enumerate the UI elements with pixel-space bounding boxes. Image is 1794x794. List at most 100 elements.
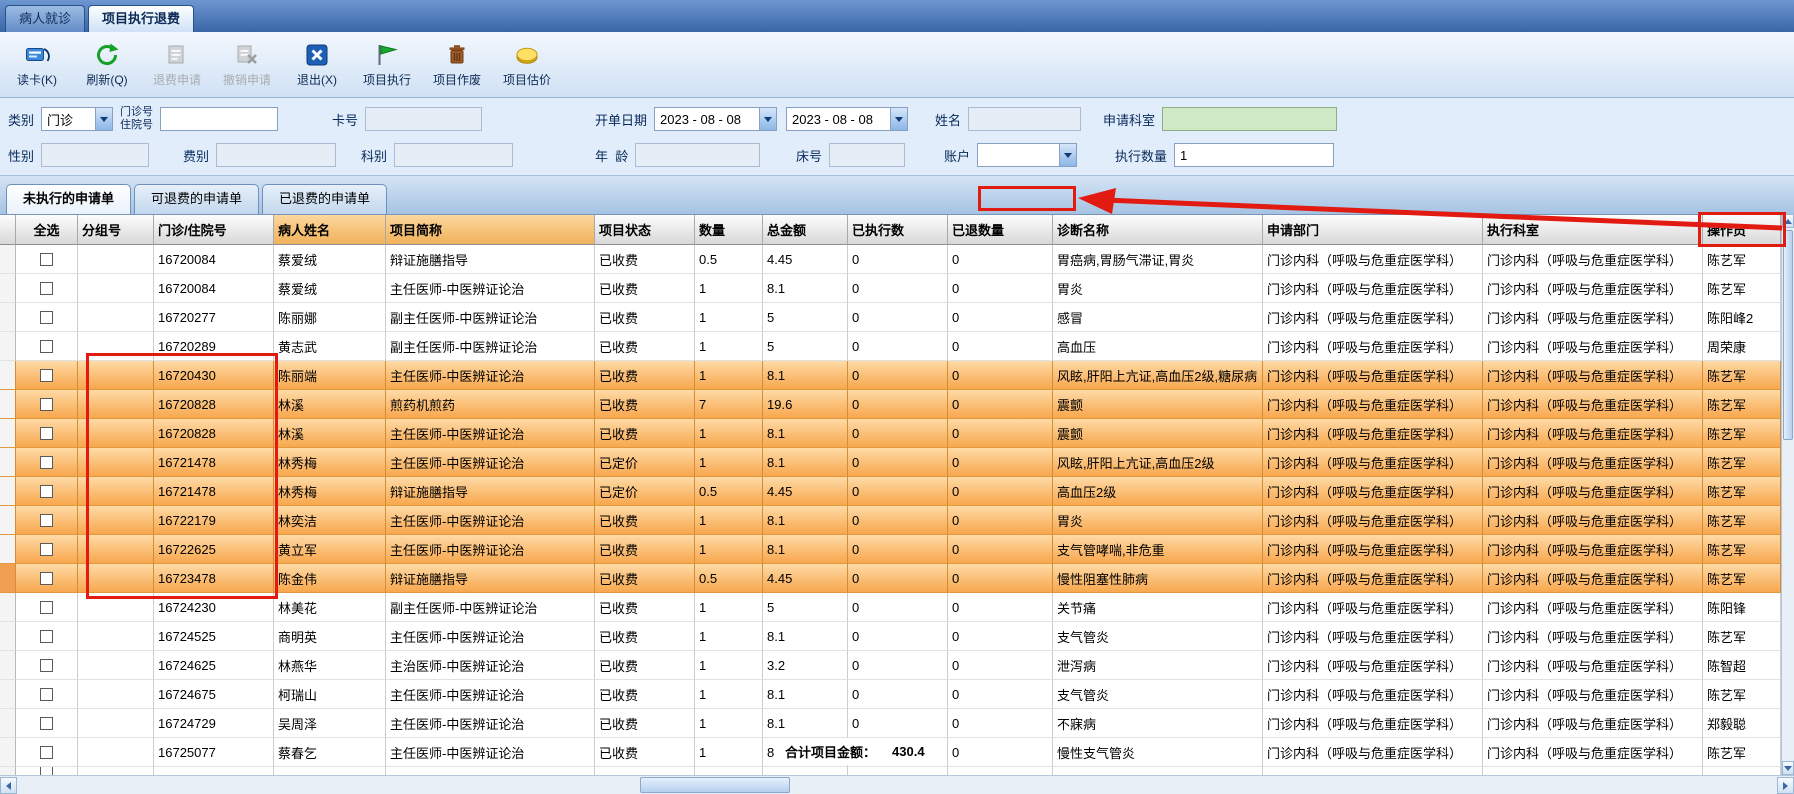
- row-select-checkbox[interactable]: [16, 332, 78, 361]
- cell-amount: 8.1: [763, 448, 848, 477]
- header-exec_dept[interactable]: 执行科室: [1483, 215, 1703, 245]
- header-status[interactable]: 项目状态: [595, 215, 695, 245]
- cell-executed: 0: [848, 274, 948, 303]
- tab-refundable-requests[interactable]: 可退费的申请单: [134, 184, 260, 214]
- row-select-checkbox[interactable]: [16, 390, 78, 419]
- tab-refunded-requests[interactable]: 已退费的申请单: [262, 184, 388, 214]
- header-name[interactable]: 病人姓名: [274, 215, 386, 245]
- cell-dept: 门诊内科（呼吸与危重症医学科）: [1263, 651, 1483, 680]
- tab-item-exec-refund[interactable]: 项目执行退费: [88, 5, 195, 32]
- header-diagnosis[interactable]: 诊断名称: [1053, 215, 1263, 245]
- cell-id: 16724230: [154, 593, 274, 622]
- header-operator[interactable]: 操作员: [1703, 215, 1781, 245]
- cell-operator: 陈艺军: [1703, 448, 1781, 477]
- row-select-checkbox[interactable]: [16, 419, 78, 448]
- scroll-up-button[interactable]: [1782, 214, 1794, 228]
- row-select-checkbox[interactable]: [16, 564, 78, 593]
- table-row[interactable]: 16724525 商明英 主任医师-中医辨证论治 已收费 1 8.1 0 0 支气管炎 门诊内科（…: [0, 622, 1781, 651]
- row-select-checkbox[interactable]: [16, 506, 78, 535]
- void-button[interactable]: 项目作废: [426, 36, 488, 94]
- header-executed[interactable]: 已执行数: [848, 215, 948, 245]
- account-select[interactable]: [977, 143, 1078, 167]
- table-row[interactable]: 16720828 林溪 主任医师-中医辨证论治 已收费 1 8.1 0 0 震颤 门诊内科（呼吸与…: [0, 419, 1781, 448]
- row-select-checkbox[interactable]: [16, 593, 78, 622]
- order-date-to-select[interactable]: 2023 - 08 - 08: [786, 107, 909, 131]
- table-row[interactable]: 16724675 柯瑞山 主任医师-中医辨证论治 已收费 1 8.1 0 0 支气管炎 门诊内科（…: [0, 680, 1781, 709]
- table-row[interactable]: 16721478 林秀梅 辩证施膳指导 已定价 0.5 4.45 0 0 高血压2级 门诊内科（呼…: [0, 477, 1781, 506]
- cell-item: 主任医师-中医辨证论治: [386, 738, 595, 767]
- header-qty[interactable]: 数量: [695, 215, 763, 245]
- row-select-checkbox[interactable]: [16, 680, 78, 709]
- scroll-left-button[interactable]: [0, 777, 17, 794]
- table-row[interactable]: 16723478 陈金伟 辩证施膳指导 已收费 0.5 4.45 0 0 慢性阻塞性肺病 门诊内科…: [0, 564, 1781, 593]
- row-select-checkbox[interactable]: [16, 622, 78, 651]
- header-id[interactable]: 门诊/住院号: [154, 215, 274, 245]
- scroll-right-button[interactable]: [1777, 777, 1794, 794]
- table-row[interactable]: 16722625 黄立军 主任医师-中医辨证论治 已收费 1 8.1 0 0 支气管哮喘,非危重…: [0, 535, 1781, 564]
- header-item[interactable]: 项目简称: [386, 215, 595, 245]
- table-row[interactable]: 16724230 林美花 副主任医师-中医辨证论治 已收费 1 5 0 0 关节痛 门诊内科（呼吸…: [0, 593, 1781, 622]
- vertical-scroll-thumb[interactable]: [1783, 230, 1793, 440]
- scroll-down-button[interactable]: [1782, 761, 1794, 775]
- table-row[interactable]: 16720084 蔡爱绒 主任医师-中医辨证论治 已收费 1 8.1 0 0 胃炎 门诊内科（呼吸…: [0, 274, 1781, 303]
- cell-status: 已收费: [595, 332, 695, 361]
- exit-button[interactable]: 退出(X): [286, 36, 348, 94]
- header-amount[interactable]: 总金额: [763, 215, 848, 245]
- horizontal-scrollbar[interactable]: [0, 775, 1794, 794]
- cell-group: [78, 303, 154, 332]
- table-row[interactable]: 16720289 黄志武 副主任医师-中医辨证论治 已收费 1 5 0 0 高血压 门诊内科（呼吸…: [0, 332, 1781, 361]
- cell-refunded: 0: [948, 651, 1053, 680]
- cell-name: 蔡爱绒: [274, 274, 386, 303]
- cell-qty: 1: [695, 622, 763, 651]
- row-select-checkbox[interactable]: [16, 448, 78, 477]
- cell-amount: 8.1: [763, 361, 848, 390]
- tab-patient-visit[interactable]: 病人就诊: [5, 5, 86, 32]
- table-row[interactable]: 16722179 林奕洁 主任医师-中医辨证论治 已收费 1 8.1 0 0 胃炎 门诊内科（呼吸…: [0, 506, 1781, 535]
- read-card-button[interactable]: 读卡(K): [6, 36, 68, 94]
- category-dropdown-button[interactable]: [95, 108, 113, 130]
- order-date-from-value: 2023 - 08 - 08: [660, 111, 741, 127]
- order-date-from-dropdown-button[interactable]: [759, 108, 777, 130]
- table-row[interactable]: 16724625 林燕华 主治医师-中医辨证论治 已收费 1 3.2 0 0 泄泻病 门诊内科（呼…: [0, 651, 1781, 680]
- table-row[interactable]: 16720430 陈丽端 主任医师-中医辨证论治 已收费 1 8.1 0 0 风眩,肝阳上亢证,…: [0, 361, 1781, 390]
- cell-amount: 19.6: [763, 390, 848, 419]
- horizontal-scroll-thumb[interactable]: [640, 777, 790, 793]
- table-row[interactable]: 16721478 林秀梅 主任医师-中医辨证论治 已定价 1 8.1 0 0 风眩,肝阳上亢证,…: [0, 448, 1781, 477]
- table-row[interactable]: 16720277 陈丽娜 副主任医师-中医辨证论治 已收费 1 5 0 0 感冒 门诊内科（呼吸与…: [0, 303, 1781, 332]
- cell-diagnosis: 支气管炎: [1053, 680, 1263, 709]
- visit-no-input[interactable]: [160, 107, 278, 131]
- execute-button[interactable]: 项目执行: [356, 36, 418, 94]
- estimate-button[interactable]: 项目估价: [496, 36, 558, 94]
- tab-unexecuted-requests[interactable]: 未执行的申请单: [6, 184, 132, 214]
- cell-name: 陈金伟: [274, 564, 386, 593]
- exec-count-input[interactable]: 1: [1174, 143, 1335, 167]
- category-select[interactable]: 门诊: [41, 107, 114, 131]
- cell-executed: 0: [848, 535, 948, 564]
- table-row[interactable]: 16720084 蔡爱绒 辩证施膳指导 已收费 0.5 4.45 0 0 胃癌病,胃肠气滞证,胃…: [0, 245, 1781, 274]
- row-select-checkbox[interactable]: [16, 709, 78, 738]
- row-select-checkbox[interactable]: [16, 738, 78, 767]
- cell-executed: 0: [848, 361, 948, 390]
- row-select-checkbox[interactable]: [16, 245, 78, 274]
- row-select-checkbox[interactable]: [16, 274, 78, 303]
- row-select-checkbox[interactable]: [16, 651, 78, 680]
- row-select-checkbox[interactable]: [16, 535, 78, 564]
- order-date-from-select[interactable]: 2023 - 08 - 08: [654, 107, 778, 131]
- table-row[interactable]: 16724729 吴周泽 主任医师-中医辨证论治 已收费 1 8.1 0 0 不寐病 门诊内科（呼…: [0, 709, 1781, 738]
- vertical-scrollbar[interactable]: [1781, 214, 1794, 775]
- header-select-all[interactable]: 全选: [16, 215, 78, 245]
- row-select-checkbox[interactable]: [16, 303, 78, 332]
- refresh-button[interactable]: 刷新(Q): [76, 36, 138, 94]
- cell-name: 林秀梅: [274, 477, 386, 506]
- request-list-tabbar: 未执行的申请单 可退费的申请单 已退费的申请单: [0, 176, 1794, 214]
- header-refunded[interactable]: 已退数量: [948, 215, 1053, 245]
- header-group[interactable]: 分组号: [78, 215, 154, 245]
- cell-amount: 8.1: [763, 535, 848, 564]
- account-dropdown-button[interactable]: [1059, 144, 1077, 166]
- table-row[interactable]: 16720828 林溪 煎药机煎药 已收费 7 19.6 0 0 震颤 门诊内科（呼吸与危重症医学…: [0, 390, 1781, 419]
- order-date-to-dropdown-button[interactable]: [890, 108, 908, 130]
- header-dept[interactable]: 申请部门: [1263, 215, 1483, 245]
- row-select-checkbox[interactable]: [16, 361, 78, 390]
- cell-exec_dept: 门诊内科（呼吸与危重症医学科）: [1483, 535, 1703, 564]
- row-select-checkbox[interactable]: [16, 477, 78, 506]
